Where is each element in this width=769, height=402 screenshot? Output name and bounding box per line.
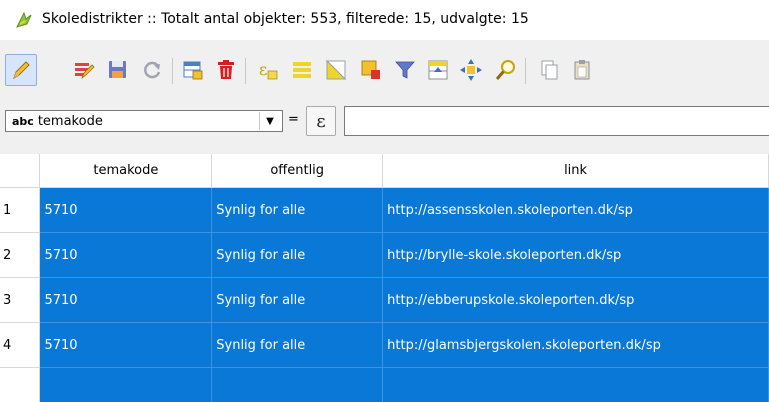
row-number[interactable]: 1 — [0, 187, 41, 233]
filter-value-input[interactable] — [344, 106, 769, 136]
zoom-to-selected-icon — [495, 60, 515, 80]
table-cell[interactable]: http://brylle-skole.skoleporten.dk/sp — [382, 232, 769, 278]
attribute-toolbar: ε — [0, 48, 769, 94]
filter-bar: abc temakode ▼ = ε — [0, 98, 769, 148]
window-titlebar: Skoledistrikter :: Totalt antal objekter… — [0, 0, 769, 40]
toggle-editing-icon — [13, 61, 30, 80]
table-cell[interactable]: 5710 — [39, 187, 213, 233]
column-header[interactable]: offentlig — [211, 154, 384, 188]
zoom-to-selected-button[interactable] — [490, 54, 522, 86]
deselect-all-button[interactable] — [355, 54, 387, 86]
table-cell[interactable]: 5710 — [39, 232, 213, 278]
corner-header[interactable] — [0, 154, 41, 188]
delete-feature-button[interactable] — [210, 54, 242, 86]
multi-edit-icon — [75, 63, 95, 80]
delete-feature-icon — [218, 60, 234, 79]
table-row[interactable]: 2 5710 Synlig for alle http://brylle-sko… — [0, 232, 769, 278]
expression-button[interactable]: ε — [306, 106, 336, 136]
svg-text:ε: ε — [259, 60, 267, 79]
invert-selection-button[interactable] — [320, 54, 352, 86]
column-header[interactable]: link — [382, 154, 769, 188]
row-number[interactable]: 4 — [0, 322, 41, 368]
table-cell[interactable] — [39, 367, 213, 402]
window-title: Skoledistrikter :: Totalt antal objekter… — [42, 11, 529, 27]
table-header-row: temakode offentlig link — [0, 154, 769, 188]
copy-button[interactable] — [533, 54, 565, 86]
table-row[interactable]: 4 5710 Synlig for alle http://glamsbjerg… — [0, 322, 769, 368]
paste-button[interactable] — [566, 54, 598, 86]
string-type-label: abc — [12, 114, 34, 128]
table-cell[interactable]: Synlig for alle — [211, 187, 384, 233]
reload-button[interactable] — [136, 54, 168, 86]
row-number[interactable]: 3 — [0, 277, 41, 323]
field-select-value: temakode — [37, 113, 103, 129]
paste-icon — [574, 60, 590, 80]
table-cell[interactable]: Synlig for alle — [211, 232, 384, 278]
filter-button[interactable] — [389, 54, 421, 86]
copy-icon — [541, 60, 558, 80]
equals-label: = — [288, 112, 299, 127]
attribute-table-grid: temakode offentlig link 1 5710 Synlig fo… — [0, 154, 769, 402]
table-cell[interactable]: http://glamsbjergskolen.skoleporten.dk/s… — [382, 322, 769, 368]
table-cell[interactable]: 5710 — [39, 322, 213, 368]
table-cell[interactable]: http://ebberupskole.skoleporten.dk/sp — [382, 277, 769, 323]
row-number[interactable] — [0, 367, 41, 402]
multi-edit-button[interactable] — [68, 54, 100, 86]
row-number[interactable]: 2 — [0, 232, 41, 278]
invert-selection-icon — [325, 59, 347, 81]
table-row[interactable] — [0, 367, 769, 402]
deselect-all-icon — [361, 60, 380, 79]
add-feature-button[interactable] — [177, 54, 209, 86]
table-row[interactable]: 3 5710 Synlig for alle http://ebberupsko… — [0, 277, 769, 323]
pan-to-selected-icon — [460, 59, 482, 81]
move-selection-to-top-button[interactable] — [422, 54, 454, 86]
qgis-icon — [16, 11, 32, 28]
column-header[interactable]: temakode — [39, 154, 213, 188]
save-edits-button[interactable] — [102, 54, 134, 86]
table-cell[interactable]: http://assensskolen.skoleporten.dk/sp — [382, 187, 769, 233]
filter-icon — [395, 61, 415, 79]
move-selection-to-top-icon — [428, 60, 448, 80]
table-cell[interactable]: 5710 — [39, 277, 213, 323]
toggle-editing-button[interactable] — [5, 54, 37, 86]
table-row[interactable]: 1 5710 Synlig for alle http://assensskol… — [0, 187, 769, 233]
table-cell[interactable] — [382, 367, 769, 402]
select-by-expression-button[interactable]: ε — [252, 54, 284, 86]
add-feature-icon — [183, 61, 203, 80]
table-cell[interactable] — [211, 367, 384, 402]
table-cell[interactable]: Synlig for alle — [211, 277, 384, 323]
select-all-button[interactable] — [286, 54, 318, 86]
pan-to-selected-button[interactable] — [455, 54, 487, 86]
attribute-table: temakode offentlig link 1 5710 Synlig fo… — [0, 154, 769, 402]
select-all-icon — [293, 62, 311, 78]
select-by-expression-icon: ε — [259, 60, 278, 80]
table-cell[interactable]: Synlig for alle — [211, 322, 384, 368]
field-select[interactable]: abc temakode ▼ — [5, 110, 283, 132]
chevron-down-icon[interactable]: ▼ — [259, 112, 280, 130]
reload-icon — [144, 61, 161, 79]
expression-icon: ε — [316, 110, 326, 132]
save-edits-icon — [109, 61, 126, 78]
